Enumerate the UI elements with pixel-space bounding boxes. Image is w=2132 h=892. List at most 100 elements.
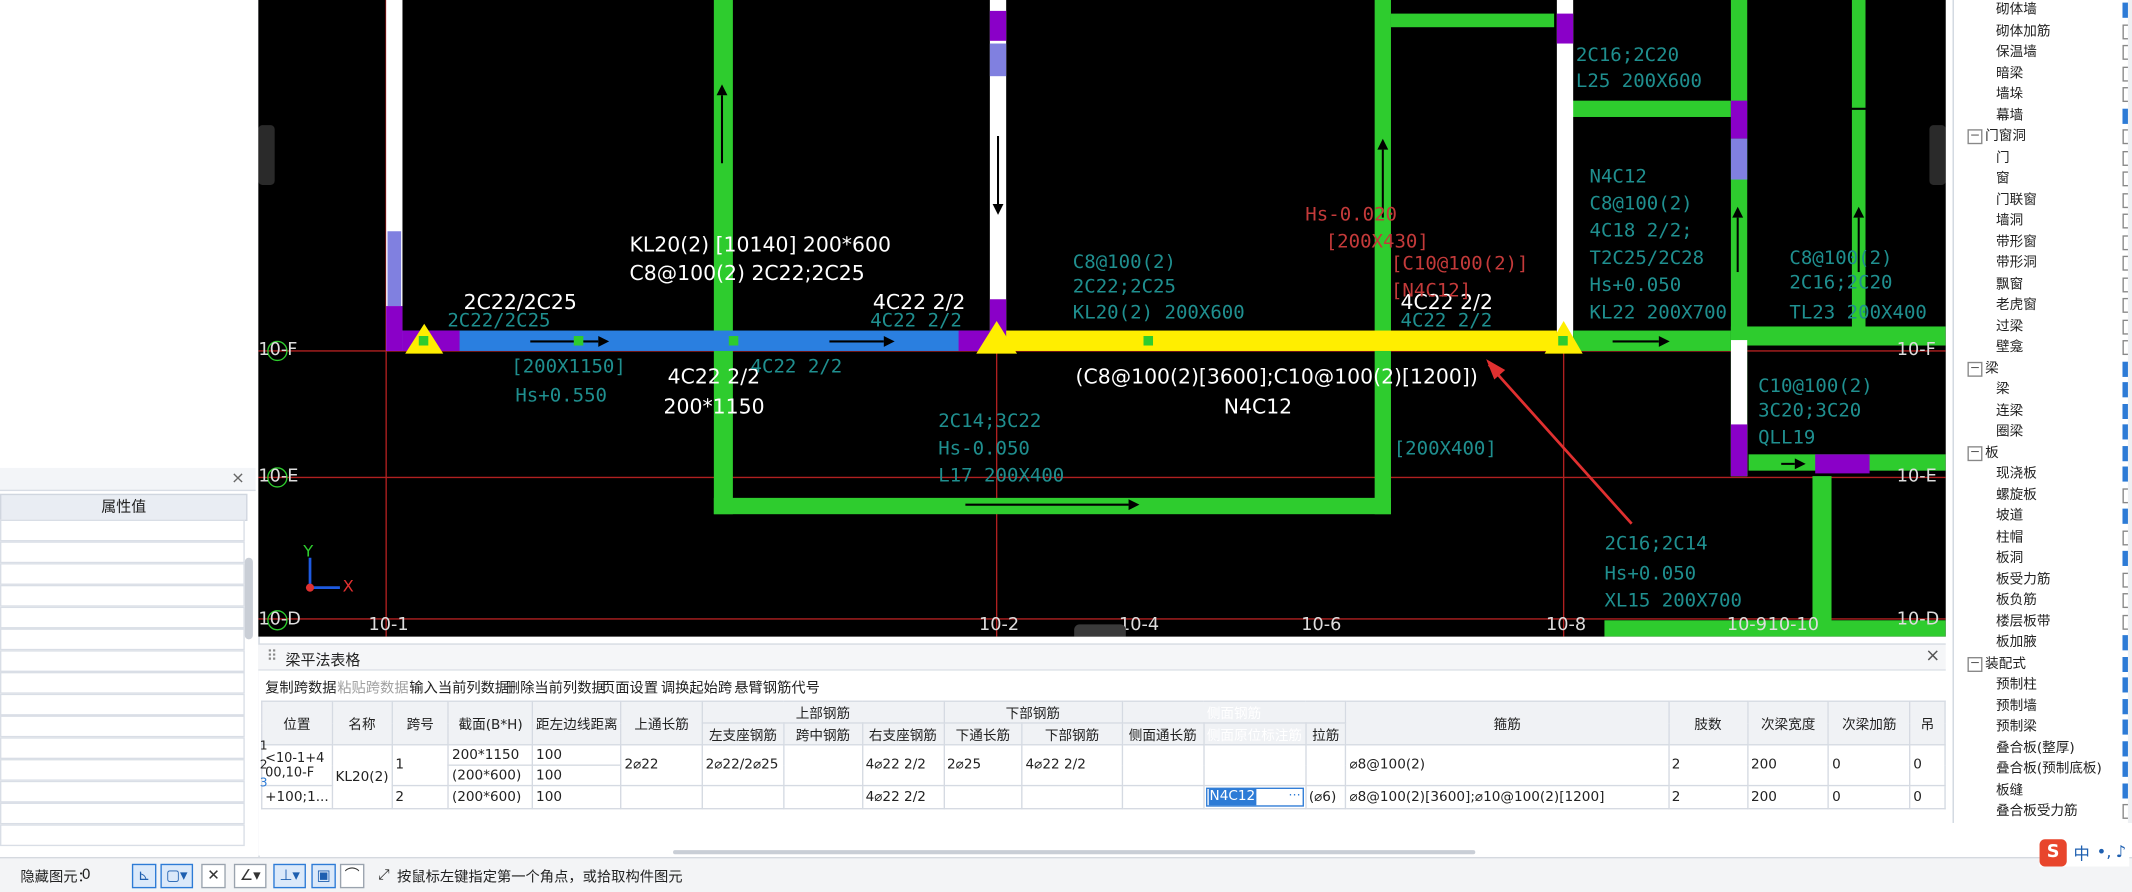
col-header[interactable]: 跨号 <box>391 700 450 746</box>
tree-item[interactable]: 螺旋板 <box>1954 485 2132 505</box>
grid-snap-icon[interactable]: ▣ <box>311 863 336 889</box>
side-original-input[interactable]: N4C12 <box>1208 788 1257 806</box>
collapse-icon[interactable]: − <box>1967 129 1983 145</box>
ime-punct-icon[interactable]: •, <box>2097 842 2112 861</box>
secondary-add-cell[interactable]: 0 <box>1828 744 1911 787</box>
left-support-cell[interactable]: 2⌀22/2⌀25 <box>701 744 785 787</box>
tree-item[interactable]: 飘窗 <box>1954 274 2132 294</box>
tree-item[interactable]: 楼层板带 <box>1954 611 2132 631</box>
tree-item[interactable]: 保温墙 <box>1954 42 2132 62</box>
top-continuous-cell[interactable]: 2⌀22 <box>620 744 703 787</box>
tree-item[interactable]: 圈梁 <box>1954 422 2132 442</box>
copy-span-button[interactable]: 复制跨数据 <box>265 677 336 697</box>
tree-item[interactable]: 壁龛 <box>1954 337 2132 357</box>
paste-span-button[interactable]: 粘贴跨数据 <box>337 677 408 697</box>
table-row[interactable]: <10-1+4 00,10-F KL20(2) 1 200*1150 100 2⌀… <box>261 744 1946 810</box>
tree-scrollbar[interactable] <box>2127 0 2132 823</box>
collapse-icon[interactable]: − <box>1967 656 1983 672</box>
tree-item[interactable]: 板加腋 <box>1954 633 2132 653</box>
property-row[interactable] <box>0 606 245 629</box>
stirrup-cell[interactable]: ⌀8@100(2)[3600];⌀10@100(2)[1200] <box>1345 784 1670 810</box>
collapse-icon[interactable]: − <box>1967 445 1983 461</box>
tree-item[interactable]: 预制墙 <box>1954 696 2132 716</box>
tree-item[interactable]: 坡道 <box>1954 506 2132 526</box>
col-header[interactable]: 侧面通长筋 <box>1121 722 1205 746</box>
select-box-icon[interactable]: ▢▾ <box>160 863 194 889</box>
col-header[interactable]: 箍筋 <box>1345 700 1670 746</box>
col-header[interactable]: 截面(B*H) <box>447 700 534 746</box>
input-column-button[interactable]: 输入当前列数据 <box>409 677 509 697</box>
distance-cell[interactable]: 100 <box>531 784 622 810</box>
hanger-cell[interactable]: 0 <box>1909 744 1946 787</box>
cantilever-code-button[interactable]: 悬臂钢筋代号 <box>734 677 820 697</box>
right-support-cell[interactable]: 4⌀22 2/2 <box>861 784 945 810</box>
page-settings-button[interactable]: 页面设置 <box>601 677 658 697</box>
col-header[interactable]: 侧面原位标注筋 <box>1202 722 1307 746</box>
swap-start-span-button[interactable]: 调换起始跨 <box>661 677 732 697</box>
col-header[interactable]: 肢数 <box>1667 700 1749 746</box>
tree-item[interactable]: 门 <box>1954 148 2132 168</box>
tree-item[interactable]: 老虎窗 <box>1954 295 2132 315</box>
tree-item[interactable]: 预制梁 <box>1954 717 2132 737</box>
tree-item[interactable]: 砌体墙 <box>1954 0 2132 20</box>
col-header[interactable]: 位置 <box>261 700 333 746</box>
cross-icon[interactable]: ✕ <box>201 863 226 889</box>
angle-icon[interactable]: ∠▾ <box>233 863 267 889</box>
mid-span-cell[interactable] <box>783 744 863 787</box>
tie-cell[interactable]: (⌀6) <box>1304 784 1347 810</box>
col-header[interactable]: 跨中钢筋 <box>783 722 863 746</box>
side-continuous-cell[interactable] <box>1121 784 1205 810</box>
section-cell[interactable]: 200*1150 <box>447 744 534 766</box>
property-row[interactable] <box>0 715 245 738</box>
property-row[interactable] <box>0 759 245 781</box>
bottom-continuous-cell[interactable] <box>942 784 1023 810</box>
ime-logo-icon[interactable]: S <box>2039 839 2067 867</box>
col-header[interactable]: 上通长筋 <box>620 700 703 746</box>
ime-mic-icon[interactable]: ♪ <box>2116 842 2126 861</box>
canvas-collapse-handle[interactable] <box>1074 624 1126 637</box>
property-row[interactable] <box>0 628 245 651</box>
tree-item[interactable]: 预制柱 <box>1954 675 2132 695</box>
bottom-rebar-cell[interactable] <box>1021 784 1123 810</box>
top-continuous-cell[interactable] <box>620 784 703 810</box>
ime-language[interactable]: 中 <box>2074 842 2090 865</box>
tree-item[interactable]: 连梁 <box>1954 401 2132 421</box>
properties-close-icon[interactable]: × <box>231 468 245 487</box>
tree-item[interactable]: 叠合板(整厚) <box>1954 738 2132 758</box>
tree-item[interactable]: 叠合板受力筋 <box>1954 801 2132 821</box>
tree-item[interactable]: 暗梁 <box>1954 63 2132 83</box>
tree-item[interactable]: 门联窗 <box>1954 190 2132 210</box>
legs-cell[interactable]: 2 <box>1667 744 1749 787</box>
tree-item[interactable]: 板负筋 <box>1954 590 2132 610</box>
hanger-cell[interactable]: 0 <box>1909 784 1946 810</box>
drag-handle-icon[interactable]: ⠿ <box>267 648 278 666</box>
col-header[interactable]: 名称 <box>331 700 393 746</box>
property-row[interactable] <box>0 737 245 760</box>
property-row[interactable] <box>0 802 245 825</box>
ime-widget[interactable]: S 中 •, ♪ <box>2039 839 2130 867</box>
property-row[interactable] <box>0 650 245 672</box>
property-row[interactable] <box>0 693 245 716</box>
beam-name-cell[interactable]: KL20(2) <box>331 744 393 810</box>
col-header[interactable]: 次梁加筋 <box>1828 700 1911 746</box>
properties-scrollbar[interactable] <box>244 557 253 640</box>
stirrup-cell[interactable]: ⌀8@100(2) <box>1345 744 1670 787</box>
span-cell[interactable]: 2 <box>391 784 450 810</box>
distance-cell[interactable]: 100 <box>531 764 622 787</box>
left-support-cell[interactable] <box>701 784 785 810</box>
tree-item[interactable]: − 装配式 <box>1954 654 2132 674</box>
cad-canvas[interactable]: 10-F 10-F 10-E 10-E 10-D 10-D 10-1 10-2 … <box>258 0 1946 637</box>
right-support-cell[interactable]: 4⌀22 2/2 <box>861 744 945 787</box>
section-cell[interactable]: (200*600) <box>447 784 534 810</box>
col-header[interactable]: 吊 <box>1909 700 1946 746</box>
col-header[interactable]: 次梁宽度 <box>1746 700 1830 746</box>
col-header[interactable]: 距左边线距离 <box>531 700 622 746</box>
tree-item[interactable]: 窗 <box>1954 169 2132 189</box>
tree-item[interactable]: − 门窗洞 <box>1954 127 2132 147</box>
col-header[interactable]: 右支座钢筋 <box>861 722 945 746</box>
secondary-width-cell[interactable]: 200 <box>1746 784 1830 810</box>
delete-column-button[interactable]: 删除当前列数据 <box>506 677 606 697</box>
tree-item[interactable]: 叠合板(预制底板) <box>1954 759 2132 779</box>
tree-item[interactable]: 墙垛 <box>1954 84 2132 104</box>
ellipsis-icon[interactable]: ⋯ <box>1288 789 1300 804</box>
